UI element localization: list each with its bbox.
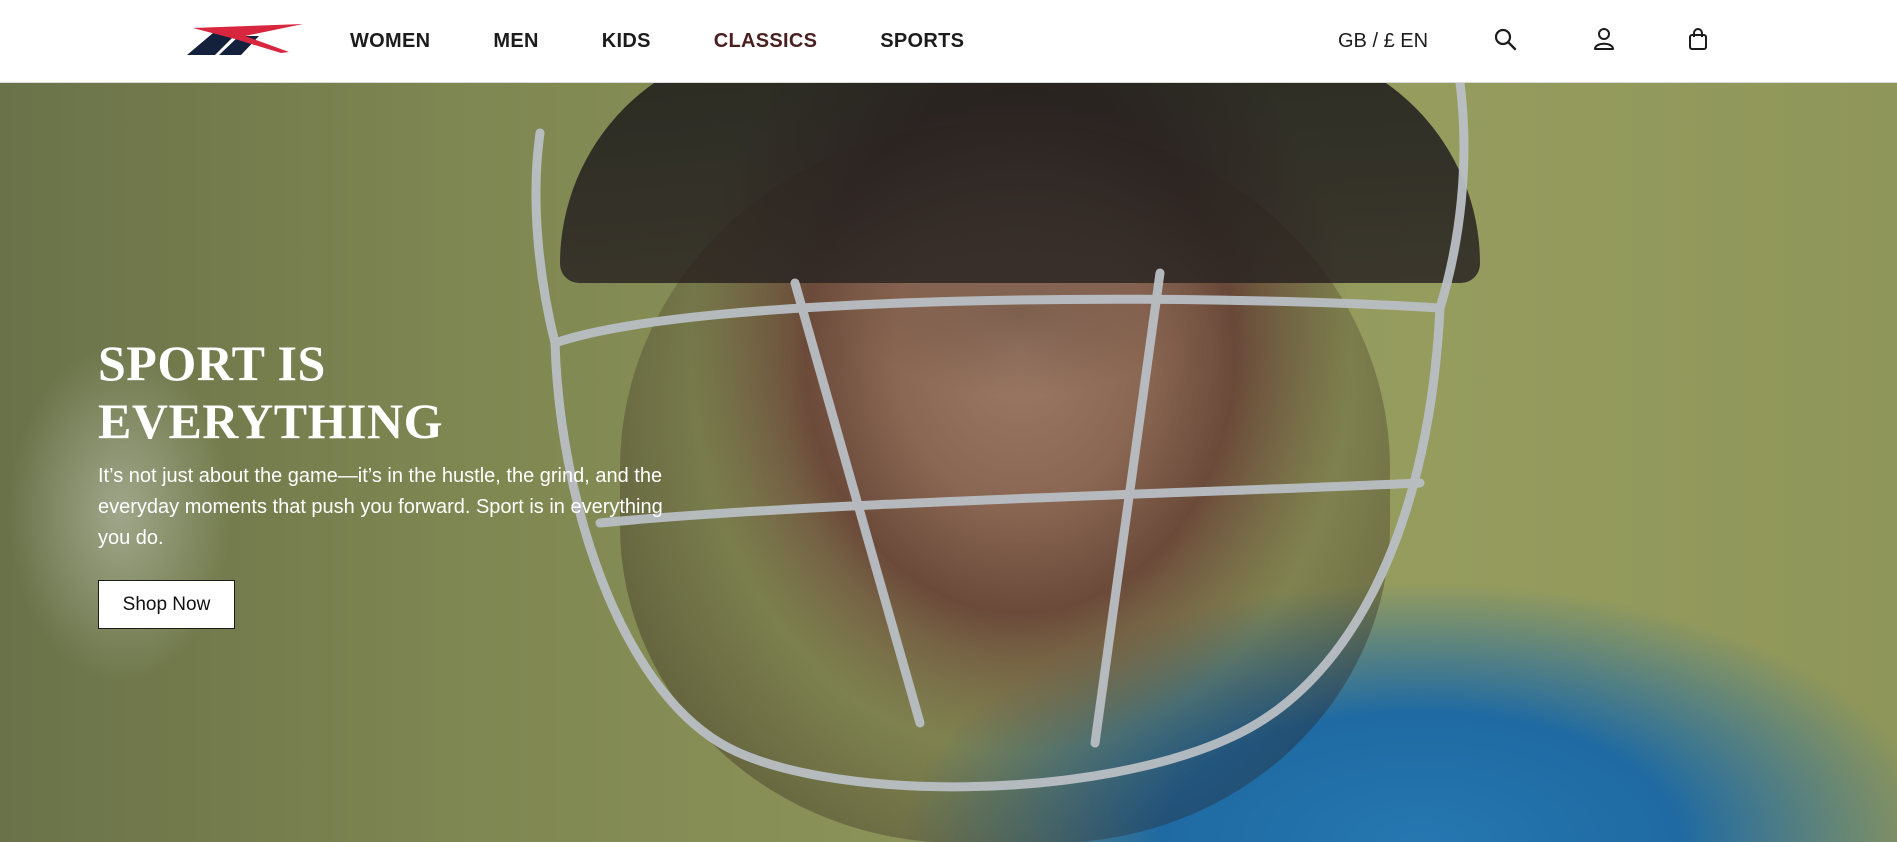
nav-men[interactable]: MEN bbox=[493, 30, 538, 53]
shop-now-button[interactable]: Shop Now bbox=[98, 580, 235, 629]
account-button[interactable] bbox=[1590, 25, 1618, 53]
hero-description: It’s not just about the game—it’s in the… bbox=[98, 465, 663, 549]
hero-banner: SPORT IS EVERYTHING It’s not just about … bbox=[0, 83, 1897, 842]
nav-classics[interactable]: CLASSICS bbox=[714, 30, 818, 53]
hero-title: SPORT IS EVERYTHING bbox=[98, 335, 443, 449]
site-header: WOMEN MEN KIDS CLASSICS SPORTS GB / £ EN bbox=[0, 0, 1897, 83]
nav-sports[interactable]: SPORTS bbox=[880, 30, 964, 53]
locale-selector[interactable]: GB / £ EN bbox=[1338, 0, 1428, 83]
account-icon bbox=[1594, 28, 1614, 50]
nav-kids[interactable]: KIDS bbox=[602, 30, 651, 53]
bag-icon bbox=[1689, 28, 1707, 50]
face-shading bbox=[620, 123, 1390, 842]
search-icon bbox=[1494, 28, 1517, 51]
search-button[interactable] bbox=[1491, 25, 1519, 53]
reebok-logo[interactable] bbox=[185, 22, 305, 56]
nav-women[interactable]: WOMEN bbox=[350, 30, 430, 53]
main-nav: WOMEN MEN KIDS CLASSICS SPORTS bbox=[350, 0, 1027, 83]
bag-button[interactable] bbox=[1684, 25, 1712, 53]
